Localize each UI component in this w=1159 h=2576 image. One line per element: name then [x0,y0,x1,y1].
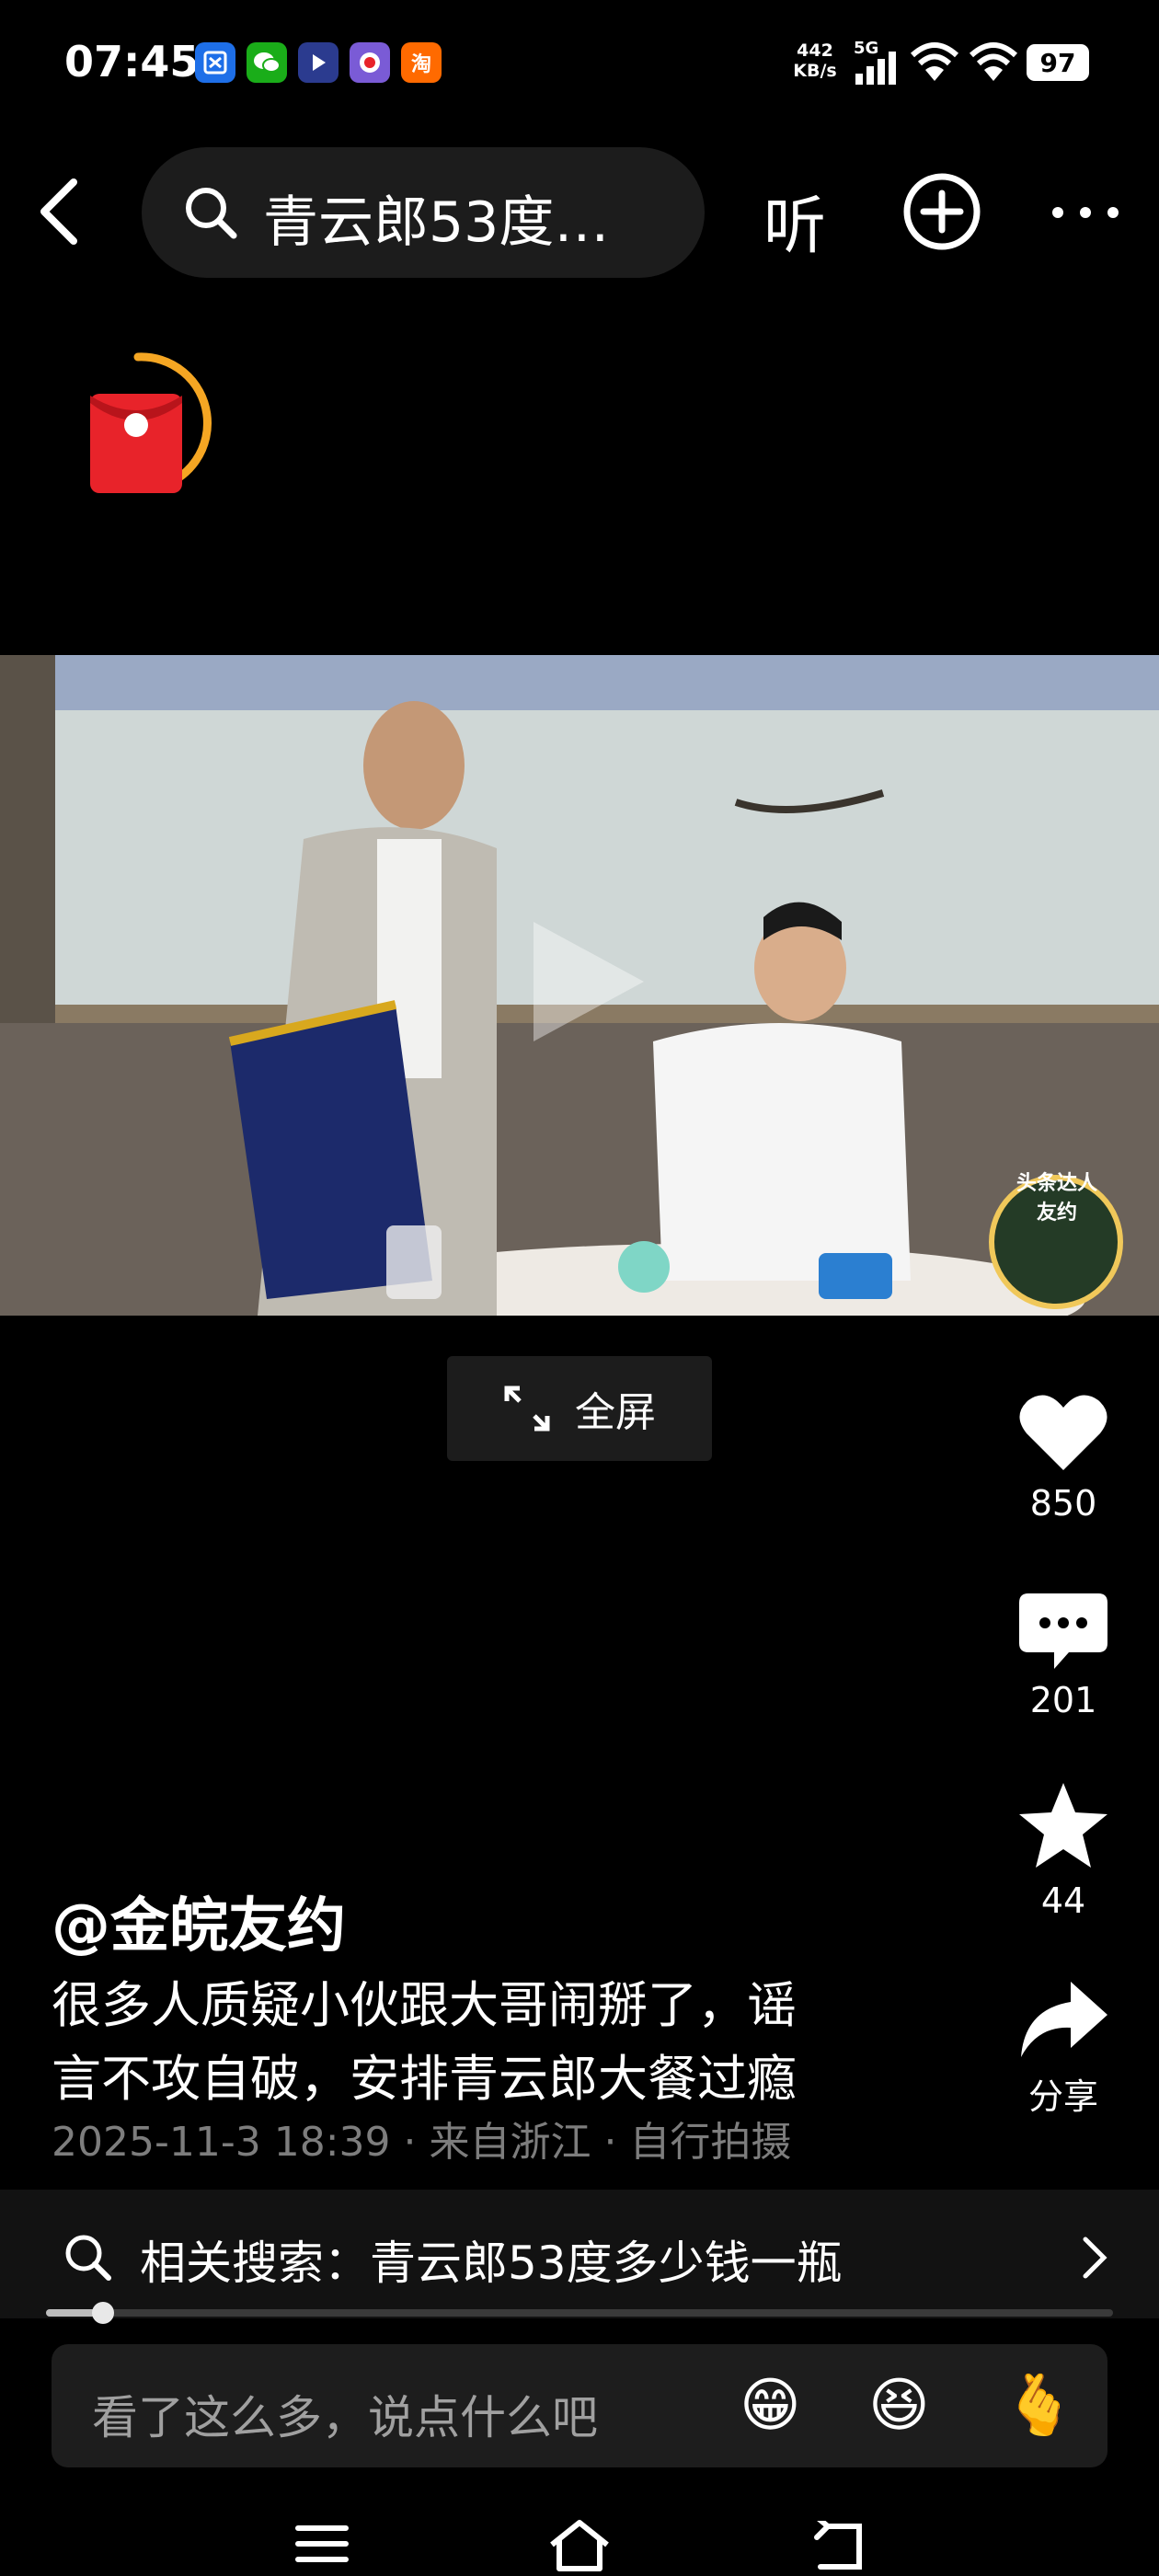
back-arrow-icon[interactable] [33,175,88,248]
grin-emoji-button[interactable]: 😁 [740,2374,801,2438]
video-frame [0,655,1159,1316]
video-progress-handle[interactable] [92,2302,114,2324]
author-name[interactable]: @金皖友约 [52,1879,346,1963]
comment-input-placeholder[interactable]: 看了这么多，说点什么吧 [92,2381,598,2447]
add-circle-icon[interactable] [901,171,982,252]
heart-icon [1019,1395,1107,1470]
notification-app-icons: 淘 [195,42,442,83]
laugh-emoji-button[interactable]: 😆 [868,2374,930,2438]
more-options-icon[interactable] [1049,199,1122,226]
post-meta: 2025-11-3 18:39 · 来自浙江 · 自行拍摄 [52,2119,792,2166]
wifi-icon-2 [969,42,1018,81]
star-icon [1019,1783,1107,1868]
favorite-button[interactable]: 44 [999,1781,1128,1921]
network-speed: 442 KB/s [793,40,837,81]
menu-nav-icon[interactable] [294,2523,350,2565]
game-app-icon [350,42,390,83]
battery-indicator: 97 [1027,44,1089,81]
status-time: 07:45 [64,37,200,86]
caption-line-1: 很多人质疑小伙跟大哥闹掰了，谣 [52,1976,797,2034]
share-button[interactable]: 分享 [999,1978,1128,2119]
home-nav-icon[interactable] [546,2517,613,2572]
listen-button[interactable]: 听 [763,175,826,266]
app-icon-1 [195,42,235,83]
favorite-count: 44 [1040,1880,1086,1921]
expand-icon [504,1386,550,1432]
comment-button[interactable]: 201 [999,1592,1128,1720]
related-search-icon [65,2235,111,2281]
share-arrow-icon [1021,1982,1107,2057]
author-watermark: 头条达人 友约 [1016,1172,1097,1225]
post-caption: 很多人质疑小伙跟大哥闹掰了，谣 言不攻自破，安排青云郎大餐过瘾 [52,1969,879,2116]
red-packet-icon[interactable] [83,350,230,506]
finger-heart-emoji-button[interactable]: 🫰 [1003,2374,1076,2438]
wifi-icon [910,42,959,81]
share-label: 分享 [1027,2076,1098,2117]
video-player[interactable]: 头条达人 友约 [0,655,1159,1316]
taobao-icon: 淘 [401,42,442,83]
like-button[interactable]: 850 [999,1389,1128,1524]
chevron-right-icon[interactable] [1078,2234,1111,2282]
back-nav-icon[interactable] [809,2521,865,2572]
player-app-icon [298,42,339,83]
fullscreen-button[interactable]: 全屏 [447,1356,712,1461]
wechat-icon [247,42,287,83]
search-query-text[interactable]: 青云郎53度… [263,178,609,258]
comment-icon [1019,1593,1107,1669]
search-icon [186,188,237,239]
comment-count: 201 [1029,1680,1097,1720]
caption-line-2: 言不攻自破，安排青云郎大餐过瘾 [52,2050,797,2108]
like-count: 850 [1029,1483,1097,1524]
video-progress-track[interactable] [46,2309,1113,2317]
related-search-text[interactable]: 相关搜索：青云郎53度多少钱一瓶 [140,2226,843,2293]
fullscreen-label: 全屏 [575,1389,656,1436]
